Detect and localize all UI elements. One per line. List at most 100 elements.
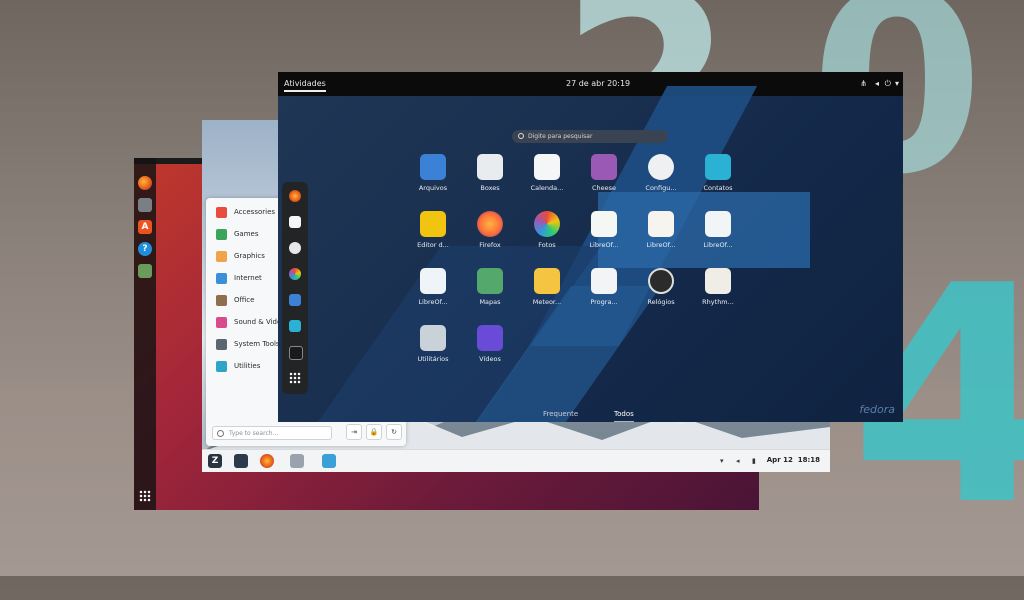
zorin-menu-icon[interactable]: Z (208, 454, 222, 468)
cheese-icon (591, 154, 617, 180)
calendar-icon (534, 154, 560, 180)
rhythmbox-icon[interactable] (289, 242, 301, 254)
files-icon[interactable] (138, 198, 152, 212)
fedora-gnome-window: Atividades 27 de abr 20:19 ⋔ ◂ ⏻ ▾ Digit… (278, 72, 903, 422)
switch-user-button[interactable]: ⇥ (346, 424, 362, 440)
activities-overview: Digite para pesquisar Arquivos Boxes Calen… (278, 86, 903, 422)
accessories-icon (216, 206, 227, 218)
app-contacts[interactable]: Contatos (688, 152, 748, 208)
firefox-icon[interactable] (138, 176, 152, 190)
app-photos[interactable]: Fotos (517, 209, 577, 265)
app-label: Meteor... (532, 298, 562, 306)
app-software[interactable]: Progra... (574, 266, 634, 322)
software-icon (591, 268, 617, 294)
zorin-clock[interactable]: Apr 12 18:18 (767, 456, 820, 464)
app-label: LibreOf... (646, 241, 676, 249)
firefox-icon[interactable] (260, 454, 274, 468)
menu-item-system-tools[interactable]: System Tools (216, 336, 280, 352)
app-cheese[interactable]: Cheese (574, 152, 634, 208)
window-switcher-icon[interactable] (234, 454, 248, 468)
software-store-icon[interactable] (322, 454, 336, 468)
menu-item-label: Utilities (234, 362, 261, 370)
battery-icon[interactable]: ▮ (752, 457, 756, 465)
app-utilities-folder[interactable]: Utilitários (403, 323, 463, 379)
menu-item-utilities[interactable]: Utilities (216, 358, 260, 374)
app-firefox[interactable]: Firefox (460, 209, 520, 265)
show-apps-icon[interactable] (289, 372, 301, 384)
lock-button[interactable]: 🔒 (366, 424, 382, 440)
chevron-down-icon[interactable]: ▾ (895, 79, 899, 88)
trash-icon[interactable] (138, 264, 152, 278)
network-icon[interactable]: ⋔ (860, 79, 867, 88)
tab-all[interactable]: Todos (614, 410, 634, 422)
app-label: Firefox (479, 241, 501, 249)
gnome-top-bar: Atividades 27 de abr 20:19 ⋔ ◂ ⏻ ▾ (278, 72, 903, 96)
boxes-icon (477, 154, 503, 180)
power-icon[interactable]: ⏻ (885, 79, 891, 89)
app-settings[interactable]: Configu... (631, 152, 691, 208)
menu-item-label: Games (234, 230, 259, 238)
clock-time: 18:18 (797, 456, 820, 464)
gnome-search-input[interactable]: Digite para pesquisar (512, 130, 668, 143)
menu-item-label: Internet (234, 274, 262, 282)
app-label: Arquivos (418, 184, 448, 192)
rhythmbox-icon (705, 268, 731, 294)
app-label: Vídeos (479, 355, 501, 363)
menu-item-sound-video[interactable]: Sound & Video (216, 314, 286, 330)
videos-icon (477, 325, 503, 351)
menu-item-graphics[interactable]: Graphics (216, 248, 265, 264)
app-libreoffice-calc[interactable]: LibreOf... (574, 209, 634, 265)
tab-frequent[interactable]: Frequente (543, 410, 578, 418)
app-clocks[interactable]: Relógios (631, 266, 691, 322)
ubuntu-dock: A ? (134, 158, 156, 510)
app-calendar[interactable]: Calenda... (517, 152, 577, 208)
app-weather[interactable]: Meteor... (517, 266, 577, 322)
menu-item-label: System Tools (234, 340, 280, 348)
clock[interactable]: 27 de abr 20:19 (566, 79, 630, 88)
search-placeholder: Type to search... (229, 429, 279, 437)
firefox-icon (477, 211, 503, 237)
wifi-icon[interactable]: ▾ (720, 457, 724, 465)
calendar-icon[interactable] (289, 216, 301, 228)
menu-item-accessories[interactable]: Accessories (216, 204, 275, 220)
zorin-search-input[interactable]: Type to search... (212, 426, 332, 440)
menu-item-internet[interactable]: Internet (216, 270, 262, 286)
files-icon[interactable] (289, 294, 301, 306)
search-icon (217, 430, 224, 437)
firefox-icon[interactable] (289, 190, 301, 202)
software-icon[interactable]: A (138, 220, 152, 234)
restart-button[interactable]: ↻ (386, 424, 402, 440)
clock-date: Apr 12 (766, 456, 793, 464)
show-apps-icon[interactable] (139, 490, 151, 502)
app-text-editor[interactable]: Editor d... (403, 209, 463, 265)
app-videos[interactable]: Vídeos (460, 323, 520, 379)
app-label: Boxes (480, 184, 500, 192)
app-label: Calenda... (530, 184, 564, 192)
internet-icon (216, 272, 227, 284)
contacts-icon (705, 154, 731, 180)
volume-icon[interactable]: ◂ (736, 457, 740, 465)
app-libreoffice-impress[interactable]: LibreOf... (631, 209, 691, 265)
app-rhythmbox[interactable]: Rhythm... (688, 266, 748, 322)
help-icon[interactable]: ? (138, 242, 152, 256)
libreoffice-writer-icon (705, 211, 731, 237)
app-libreoffice-writer[interactable]: LibreOf... (688, 209, 748, 265)
app-label: Relógios (647, 298, 675, 306)
app-boxes[interactable]: Boxes (460, 152, 520, 208)
activities-button[interactable]: Atividades (284, 79, 326, 92)
app-maps[interactable]: Mapas (460, 266, 520, 322)
volume-icon[interactable]: ◂ (875, 79, 879, 88)
terminal-icon[interactable] (289, 346, 303, 360)
utilities-folder-icon (420, 325, 446, 351)
maps-icon (477, 268, 503, 294)
files-icon[interactable] (290, 454, 304, 468)
app-label: Contatos (703, 184, 733, 192)
menu-item-games[interactable]: Games (216, 226, 259, 242)
software-icon[interactable] (289, 320, 301, 332)
app-files[interactable]: Arquivos (403, 152, 463, 208)
app-libreoffice-draw[interactable]: LibreOf... (403, 266, 463, 322)
photos-icon[interactable] (289, 268, 301, 280)
menu-item-label: Office (234, 296, 255, 304)
menu-item-office[interactable]: Office (216, 292, 254, 308)
search-placeholder: Digite para pesquisar (528, 133, 593, 140)
